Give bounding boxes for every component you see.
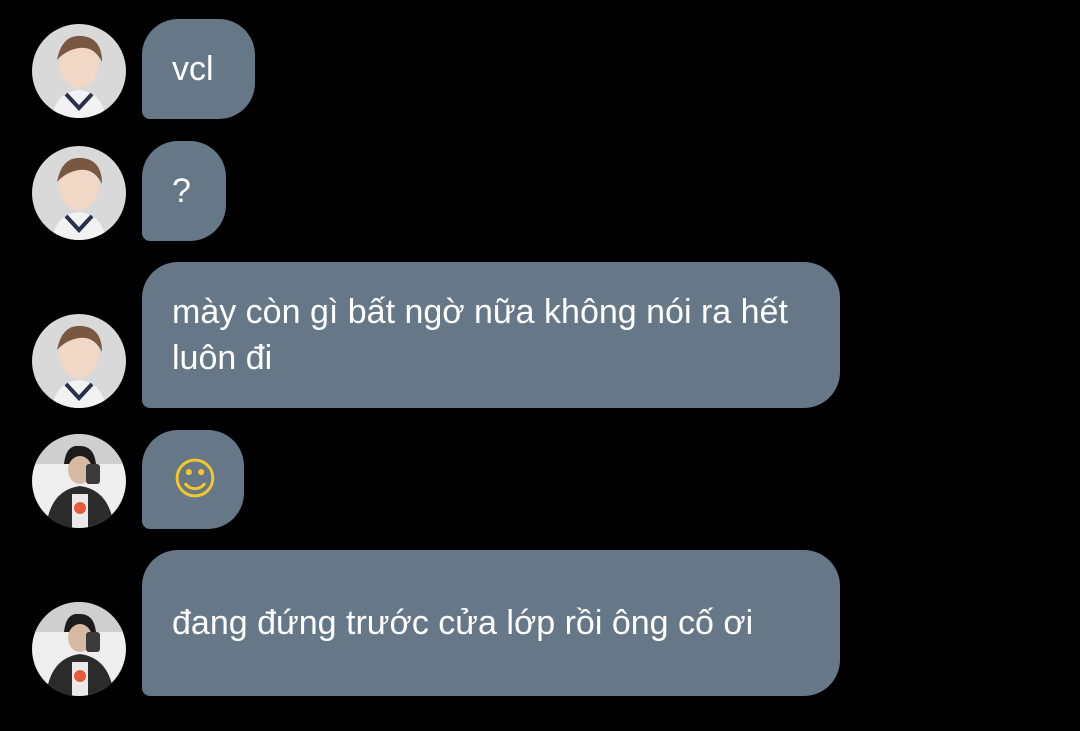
avatar[interactable] — [32, 24, 126, 118]
message-text: đang đứng trước cửa lớp rồi ông cố ơi — [172, 604, 754, 642]
message-bubble[interactable]: mày còn gì bất ngờ nữa không nói ra hết … — [142, 262, 840, 408]
message-text: ? — [172, 172, 191, 210]
message-text: vcl — [172, 50, 214, 88]
avatar[interactable] — [32, 146, 126, 240]
message-text: mày còn gì bất ngờ nữa không nói ra hết … — [172, 293, 788, 377]
melting-face-emoji: ☺ — [172, 453, 218, 505]
chat-thread: vcl ? mày còn gì bất ngờ nữa không nói r… — [0, 0, 1080, 731]
message-bubble[interactable]: vcl — [142, 19, 255, 119]
avatar[interactable] — [32, 314, 126, 408]
message-bubble[interactable]: ? — [142, 141, 226, 241]
avatar[interactable] — [32, 602, 126, 696]
message-bubble[interactable]: đang đứng trước cửa lớp rồi ông cố ơi — [142, 550, 840, 696]
avatar[interactable] — [32, 434, 126, 528]
message-bubble[interactable]: ☺ — [142, 430, 244, 529]
